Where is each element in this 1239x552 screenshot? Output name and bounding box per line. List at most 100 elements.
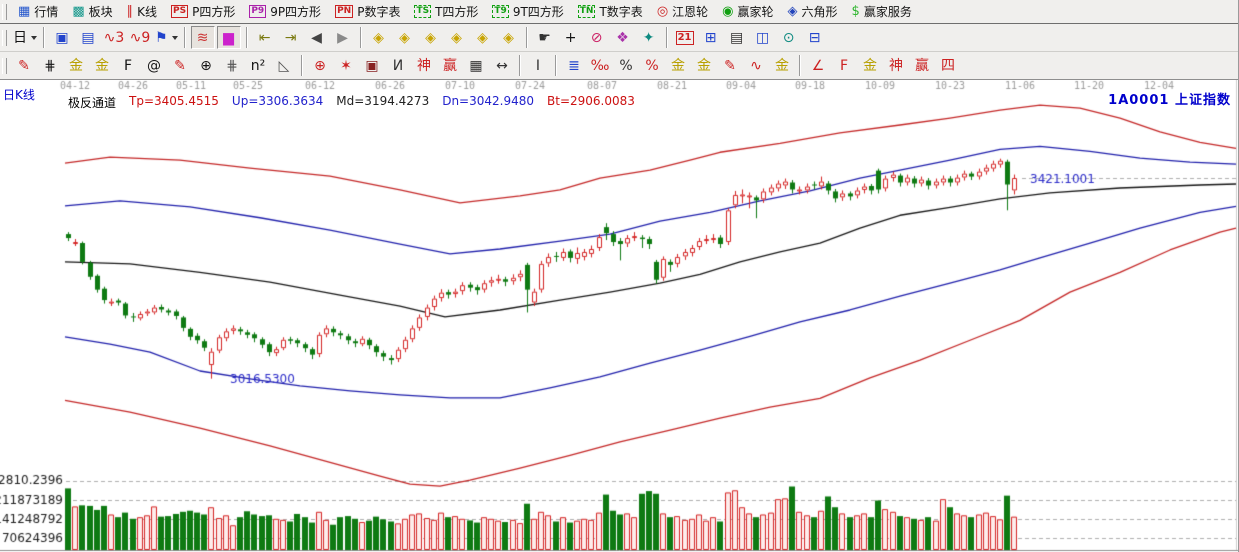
menu-9t-square-item[interactable]: T99T四方形 bbox=[485, 0, 570, 23]
diamond-expand-icon[interactable]: ◈ bbox=[497, 26, 521, 49]
fib-fan-icon-glyph: F bbox=[840, 59, 848, 73]
set-square-icon[interactable]: ◺ bbox=[272, 54, 296, 77]
flag-pen-icon[interactable]: ✎ bbox=[718, 54, 742, 77]
hand-drag-icon[interactable]: ☛ bbox=[533, 26, 557, 49]
n-square-icon[interactable]: n² bbox=[246, 54, 270, 77]
wave-band-icon[interactable]: ∿ bbox=[744, 54, 768, 77]
diamond-vcompress-icon[interactable]: ◈ bbox=[471, 26, 495, 49]
goto-first-icon-glyph: ⇤ bbox=[259, 31, 271, 45]
ray-burst-icon[interactable]: ✶ bbox=[334, 54, 358, 77]
square-spiral-icon[interactable]: ▣ bbox=[360, 54, 384, 77]
profile-bars-icon[interactable]: ▆ bbox=[217, 26, 241, 49]
angle-line-icon[interactable]: ∠ bbox=[806, 54, 830, 77]
gann-grid-icon[interactable]: ⋕ bbox=[38, 54, 62, 77]
gold-level-icon[interactable]: 金 bbox=[692, 54, 716, 77]
indicator-value: Tp=3405.4515 bbox=[129, 94, 219, 111]
menu-hexagon-item[interactable]: ◈六角形 bbox=[781, 0, 845, 23]
brain-map-icon[interactable]: ✦ bbox=[637, 26, 661, 49]
measure-zoom-icon[interactable]: ⊘ bbox=[585, 26, 609, 49]
calculator-icon[interactable]: ⊞ bbox=[699, 26, 723, 49]
menu-9p-square-icon: P9 bbox=[249, 5, 266, 18]
menu-p-square-item[interactable]: PSP四方形 bbox=[164, 0, 242, 23]
diamond-right-icon[interactable]: ◈ bbox=[393, 26, 417, 49]
n-wave-icon[interactable]: И bbox=[386, 54, 410, 77]
menu-gann-wheel-icon: ◎ bbox=[657, 5, 668, 18]
price-levels-icon[interactable]: ≣ bbox=[562, 54, 586, 77]
spiral-icon[interactable]: @ bbox=[142, 54, 166, 77]
menu-kline-item[interactable]: ∥K线 bbox=[120, 0, 164, 23]
calendar-icon[interactable]: 21 bbox=[673, 26, 697, 49]
gold-grid-a-icon[interactable]: 金 bbox=[64, 54, 88, 77]
span-measure-icon[interactable]: ↔ bbox=[490, 54, 514, 77]
gold-grid-b-icon[interactable]: 金 bbox=[90, 54, 114, 77]
wave-3-icon[interactable]: ∿3 bbox=[102, 26, 126, 49]
target-circle-icon[interactable]: ⊕ bbox=[308, 54, 332, 77]
toolbar-drawing-grip[interactable] bbox=[2, 58, 7, 74]
diamond-hcompress-icon[interactable]: ◈ bbox=[419, 26, 443, 49]
toolbar-main-grip[interactable] bbox=[2, 30, 7, 46]
time-grid-icon-glyph: ⋕ bbox=[226, 59, 238, 73]
menu-item-label: 江恩轮 bbox=[672, 3, 708, 20]
channel-mask-icon[interactable]: ≋ bbox=[191, 26, 215, 49]
percent-line-icon[interactable]: % bbox=[640, 54, 664, 77]
percent-zone-icon[interactable]: ‰ bbox=[588, 54, 612, 77]
fib-grid-icon-glyph: F bbox=[124, 59, 132, 73]
menu-gann-wheel-item[interactable]: ◎ 江恩轮 bbox=[650, 0, 715, 23]
channel-mask-icon-glyph: ≋ bbox=[197, 31, 209, 45]
step-back-icon[interactable]: ◀ bbox=[305, 26, 329, 49]
four-fan-icon[interactable]: 四 bbox=[936, 54, 960, 77]
menu-9p-square-item[interactable]: P9 9P四方形 bbox=[242, 0, 328, 23]
menu-winner-service-item[interactable]: $赢家服务 bbox=[845, 0, 919, 23]
percent-icon[interactable]: % bbox=[614, 54, 638, 77]
flag-pen-icon-glyph: ✎ bbox=[724, 59, 736, 73]
brush-icon[interactable]: ✎ bbox=[12, 54, 36, 77]
indicator-name[interactable]: 极反通道 bbox=[68, 94, 116, 111]
ying-grid-icon[interactable]: 赢 bbox=[438, 54, 462, 77]
gold-band-icon[interactable]: 金 bbox=[770, 54, 794, 77]
gold-fan-icon[interactable]: 金 bbox=[858, 54, 882, 77]
menu-grip[interactable] bbox=[2, 4, 7, 20]
text-cursor-icon[interactable]: I bbox=[526, 54, 550, 77]
gann-circle-icon[interactable]: ⊕ bbox=[194, 54, 218, 77]
flag-marker-icon[interactable]: ⚑ bbox=[154, 26, 179, 49]
save-icon-glyph: ◫ bbox=[756, 31, 769, 45]
wave-9-icon[interactable]: ∿9 bbox=[128, 26, 152, 49]
gold-grid-b-icon-glyph: 金 bbox=[95, 59, 109, 73]
info-f10-icon[interactable]: ▤ bbox=[76, 26, 100, 49]
wave-9-icon-glyph: ∿9 bbox=[130, 31, 151, 45]
shen-fan-icon[interactable]: 神 bbox=[884, 54, 908, 77]
pencil-icon[interactable]: ✎ bbox=[168, 54, 192, 77]
print-icon[interactable]: ⊟ bbox=[803, 26, 827, 49]
diamond-hexpand-icon[interactable]: ◈ bbox=[445, 26, 469, 49]
kline-chart-canvas[interactable] bbox=[0, 80, 1239, 552]
menu-p-table-item[interactable]: PNP数字表 bbox=[328, 0, 407, 23]
diamond-left-icon[interactable]: ◈ bbox=[367, 26, 391, 49]
shen-grid-icon[interactable]: 神 bbox=[412, 54, 436, 77]
menu-quotes-item[interactable]: ▦行情 bbox=[11, 0, 65, 23]
fib-fan-icon[interactable]: F bbox=[832, 54, 856, 77]
toolbar-drawing: ✎⋕金金F@✎⊕⋕n²◺⊕✶▣И神赢▦↔I≣‰%%金金✎∿金∠F金神赢四 bbox=[0, 52, 1238, 80]
notes-icon[interactable]: ▤ bbox=[725, 26, 749, 49]
menu-item-label: T数字表 bbox=[599, 3, 642, 20]
crosshair-icon[interactable]: + bbox=[559, 26, 583, 49]
symbol-name: 上证指数 bbox=[1175, 93, 1231, 108]
ying-fan-icon[interactable]: 赢 bbox=[910, 54, 934, 77]
save-icon[interactable]: ◫ bbox=[751, 26, 775, 49]
time-grid-icon[interactable]: ⋕ bbox=[220, 54, 244, 77]
fib-grid-icon[interactable]: F bbox=[116, 54, 140, 77]
menu-sectors-item[interactable]: ▩板块 bbox=[65, 0, 119, 23]
count-grid-icon[interactable]: ▦ bbox=[464, 54, 488, 77]
save-history-icon[interactable]: ⊙ bbox=[777, 26, 801, 49]
menu-t-square-item[interactable]: TST四方形 bbox=[407, 0, 485, 23]
mask-tool-icon[interactable]: ❖ bbox=[611, 26, 635, 49]
menu-winner-wheel-item[interactable]: ◉赢家轮 bbox=[715, 0, 780, 23]
period-day-select[interactable]: 日 bbox=[12, 26, 38, 49]
toolbar-separator bbox=[519, 55, 521, 76]
indicator-window-icon[interactable]: ▣ bbox=[50, 26, 74, 49]
goto-first-icon[interactable]: ⇤ bbox=[253, 26, 277, 49]
step-forward-icon[interactable]: ▶ bbox=[331, 26, 355, 49]
menu-item-label: 9P四方形 bbox=[270, 3, 321, 20]
goto-last-icon[interactable]: ⇥ bbox=[279, 26, 303, 49]
menu-t-table-item[interactable]: TNT数字表 bbox=[571, 0, 650, 23]
gold-circle-icon[interactable]: 金 bbox=[666, 54, 690, 77]
